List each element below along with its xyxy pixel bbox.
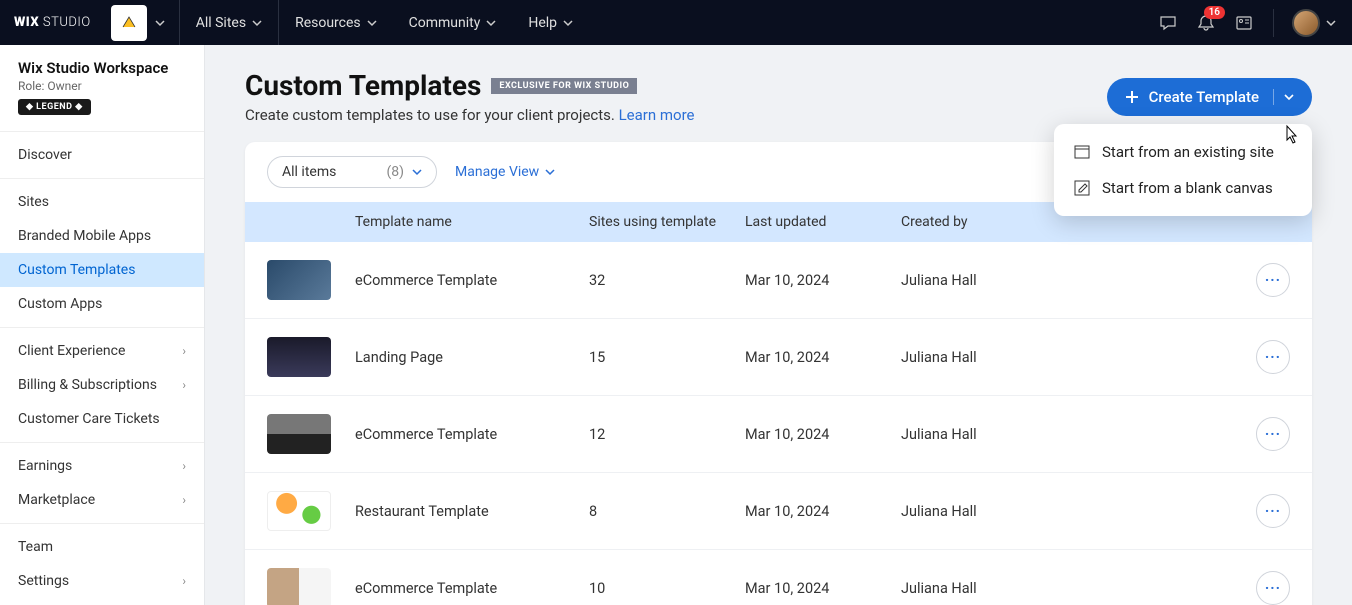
dropdown-start-blank[interactable]: Start from a blank canvas — [1054, 170, 1312, 206]
more-actions-button[interactable]: ··· — [1256, 417, 1290, 451]
exclusive-badge: EXCLUSIVE FOR WIX STUDIO — [491, 78, 637, 94]
chevron-down-icon — [563, 18, 573, 28]
table-row[interactable]: eCommerce Template 10 Mar 10, 2024 Julia… — [245, 550, 1312, 605]
main-content: Custom Templates EXCLUSIVE FOR WIX STUDI… — [205, 45, 1352, 605]
legend-badge: ◆ LEGEND ◆ — [18, 99, 91, 115]
template-thumbnail — [267, 260, 331, 300]
sidebar-item-custom-apps[interactable]: Custom Apps — [0, 287, 204, 321]
dropdown-start-existing[interactable]: Start from an existing site — [1054, 134, 1312, 170]
logo[interactable]: WIX STUDIO — [0, 15, 105, 30]
table-row[interactable]: Restaurant Template 8 Mar 10, 2024 Julia… — [245, 473, 1312, 550]
nav-help[interactable]: Help — [512, 0, 589, 45]
top-navigation: All Sites Resources Community Help — [180, 0, 589, 45]
account-logo-icon — [119, 13, 139, 33]
site-icon — [1074, 144, 1090, 160]
chevron-down-icon — [545, 167, 555, 177]
account-box[interactable] — [111, 5, 147, 41]
template-thumbnail — [267, 337, 331, 377]
items-filter[interactable]: All items (8) — [267, 156, 437, 188]
manage-view-link[interactable]: Manage View — [455, 164, 555, 180]
chevron-down-icon — [367, 18, 377, 28]
chat-icon[interactable] — [1159, 14, 1177, 32]
more-actions-button[interactable]: ··· — [1256, 494, 1290, 528]
sidebar-item-earnings[interactable]: Earnings› — [0, 449, 204, 483]
chevron-down-icon — [155, 18, 165, 28]
sidebar-item-billing[interactable]: Billing & Subscriptions› — [0, 368, 204, 402]
more-actions-button[interactable]: ··· — [1256, 571, 1290, 605]
page-title: Custom Templates — [245, 69, 481, 102]
workspace-header: Wix Studio Workspace Role: Owner ◆ LEGEN… — [0, 45, 204, 125]
avatar — [1292, 9, 1320, 37]
chevron-down-icon — [1326, 18, 1336, 28]
template-thumbnail — [267, 568, 331, 605]
sidebar-item-branded-apps[interactable]: Branded Mobile Apps — [0, 219, 204, 253]
chevron-down-icon — [1284, 92, 1294, 102]
chevron-down-icon — [486, 18, 496, 28]
topbar: WIX STUDIO All Sites Resources Community… — [0, 0, 1352, 45]
col-header-name[interactable]: Template name — [355, 214, 589, 230]
page-header: Custom Templates EXCLUSIVE FOR WIX STUDI… — [245, 69, 1312, 124]
table-row[interactable]: eCommerce Template 12 Mar 10, 2024 Julia… — [245, 396, 1312, 473]
create-dropdown: Start from an existing site Start from a… — [1054, 124, 1312, 216]
workspace-title: Wix Studio Workspace — [18, 59, 186, 77]
topbar-right: 16 — [1159, 9, 1352, 37]
chevron-down-icon — [252, 18, 262, 28]
col-header-sites[interactable]: Sites using template — [589, 214, 745, 230]
apps-icon[interactable] — [1235, 14, 1253, 32]
notifications-icon[interactable]: 16 — [1197, 14, 1215, 32]
sidebar-item-custom-templates[interactable]: Custom Templates — [0, 253, 204, 287]
user-menu[interactable] — [1273, 9, 1336, 37]
col-header-updated[interactable]: Last updated — [745, 214, 901, 230]
nav-resources[interactable]: Resources — [279, 0, 393, 45]
sidebar-item-team[interactable]: Team — [0, 530, 204, 564]
col-header-created[interactable]: Created by — [901, 214, 1230, 230]
sidebar-item-marketplace[interactable]: Marketplace› — [0, 483, 204, 517]
workspace-role: Role: Owner — [18, 79, 186, 93]
sidebar-item-settings[interactable]: Settings› — [0, 564, 204, 598]
template-thumbnail — [267, 491, 331, 531]
plus-icon — [1125, 90, 1139, 104]
nav-all-sites[interactable]: All Sites — [180, 0, 279, 45]
nav-community[interactable]: Community — [393, 0, 513, 45]
cursor-icon — [1282, 124, 1300, 146]
template-thumbnail — [267, 414, 331, 454]
sidebar: Wix Studio Workspace Role: Owner ◆ LEGEN… — [0, 45, 205, 605]
table-row[interactable]: eCommerce Template 32 Mar 10, 2024 Julia… — [245, 242, 1312, 319]
more-actions-button[interactable]: ··· — [1256, 340, 1290, 374]
chevron-down-icon — [412, 167, 422, 177]
sidebar-item-sites[interactable]: Sites — [0, 185, 204, 219]
page-subtitle: Create custom templates to use for your … — [245, 106, 694, 124]
create-template-button[interactable]: Create Template — [1107, 78, 1312, 116]
sidebar-item-care-tickets[interactable]: Customer Care Tickets — [0, 402, 204, 436]
sidebar-item-discover[interactable]: Discover — [0, 138, 204, 172]
notification-badge: 16 — [1204, 6, 1225, 19]
more-actions-button[interactable]: ··· — [1256, 263, 1290, 297]
edit-icon — [1074, 180, 1090, 196]
learn-more-link[interactable]: Learn more — [619, 106, 695, 124]
account-chevron[interactable] — [147, 0, 180, 45]
sidebar-item-client-experience[interactable]: Client Experience› — [0, 334, 204, 368]
table-row[interactable]: Landing Page 15 Mar 10, 2024 Juliana Hal… — [245, 319, 1312, 396]
